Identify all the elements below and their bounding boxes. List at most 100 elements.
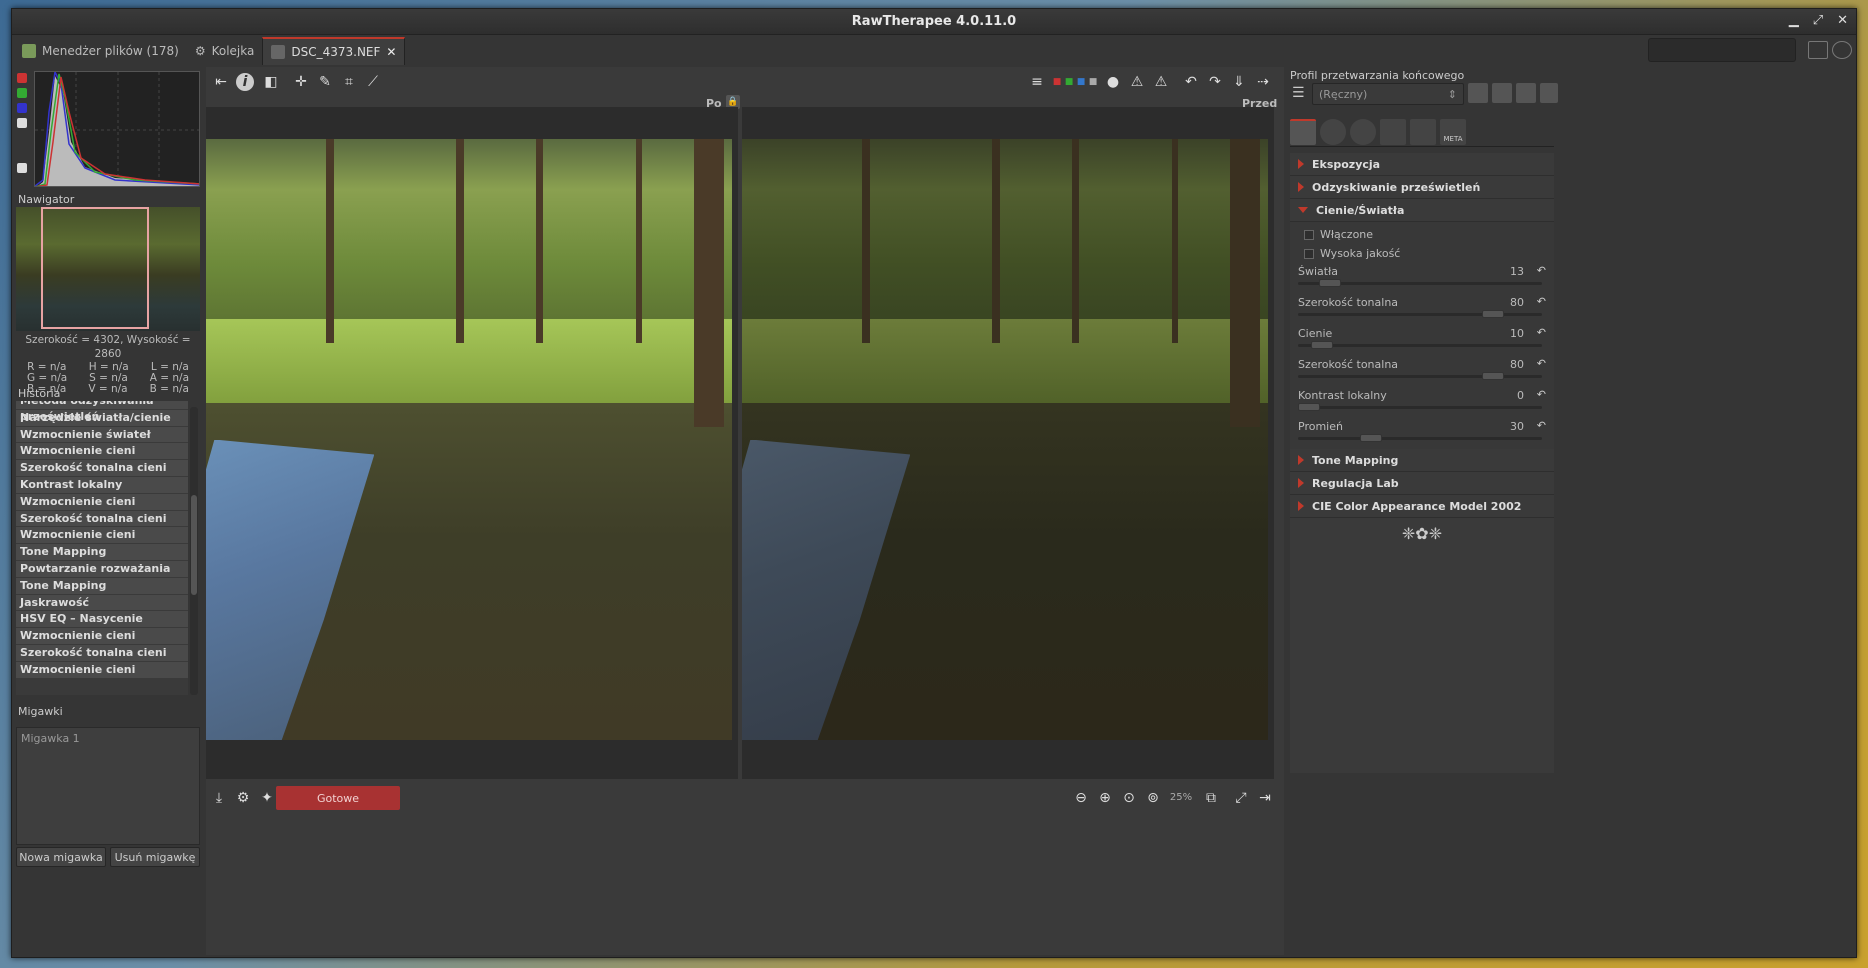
- checkbox-box[interactable]: [1304, 248, 1314, 259]
- section-highlight-recovery[interactable]: Odzyskiwanie prześwietleń: [1290, 176, 1554, 199]
- metadata-tab-icon[interactable]: META: [1440, 119, 1466, 145]
- tab-queue[interactable]: ⚙ Kolejka: [187, 37, 263, 65]
- white-balance-picker-icon[interactable]: ✎: [316, 73, 334, 91]
- reset-icon[interactable]: ↶: [1537, 295, 1546, 308]
- slider-knob[interactable]: [1482, 372, 1505, 380]
- save-icon[interactable]: ⤓: [210, 789, 228, 807]
- reset-icon[interactable]: ↶: [1537, 419, 1546, 432]
- collapse-left-icon[interactable]: ⇤: [212, 73, 230, 91]
- before-after-icon[interactable]: ◧: [262, 73, 280, 91]
- scrollbar-thumb[interactable]: [191, 495, 197, 595]
- highlight-clip-icon[interactable]: ⚠: [1152, 73, 1170, 91]
- paste-profile-icon[interactable]: [1540, 83, 1558, 103]
- tab-editor[interactable]: DSC_4373.NEF ✕: [262, 37, 406, 65]
- zoom-out-icon[interactable]: ⊖: [1072, 789, 1090, 807]
- slider-value[interactable]: 80: [1510, 358, 1524, 371]
- green-channel-icon[interactable]: ■: [1064, 73, 1074, 91]
- zoom-fit-icon[interactable]: ⊙: [1120, 789, 1138, 807]
- history-scrollbar[interactable]: [190, 407, 198, 695]
- slider-value[interactable]: 10: [1510, 327, 1524, 340]
- queue-icon[interactable]: ⚙: [234, 789, 252, 807]
- exposure-tab-icon[interactable]: [1290, 119, 1316, 145]
- slider-track[interactable]: [1298, 372, 1542, 380]
- list-item[interactable]: Migawka 1: [17, 728, 199, 749]
- after-preview-pane[interactable]: [206, 107, 738, 779]
- list-item[interactable]: Tone Mapping: [16, 544, 188, 561]
- histogram-red-toggle[interactable]: [17, 73, 27, 83]
- list-item[interactable]: Szerokość tonalna cieni: [16, 460, 188, 477]
- rotate-right-icon[interactable]: ↷: [1206, 73, 1224, 91]
- reset-icon[interactable]: ↶: [1537, 357, 1546, 370]
- slider-track[interactable]: [1298, 341, 1542, 349]
- minimize-icon[interactable]: ▁: [1789, 13, 1799, 28]
- slider-track[interactable]: [1298, 279, 1542, 287]
- histogram-luma-toggle[interactable]: [17, 118, 27, 128]
- editor-icon[interactable]: ✦: [258, 789, 276, 807]
- slider-value[interactable]: 30: [1510, 420, 1524, 433]
- reset-icon[interactable]: ↶: [1537, 388, 1546, 401]
- slider-value[interactable]: 0: [1517, 389, 1524, 402]
- slider-knob[interactable]: [1360, 434, 1383, 442]
- new-snapshot-button[interactable]: Nowa migawka: [16, 847, 106, 867]
- list-item[interactable]: Narzędzie światła/cienie: [16, 409, 188, 427]
- high-quality-checkbox[interactable]: Wysoka jakość: [1290, 244, 1554, 263]
- info-icon[interactable]: i: [236, 73, 254, 91]
- shadow-clip-icon[interactable]: ⚠: [1128, 73, 1146, 91]
- list-item[interactable]: Powtarzanie rozważania: [16, 560, 188, 578]
- list-item[interactable]: Kontrast lokalny: [16, 476, 188, 494]
- flip-vertical-icon[interactable]: ⇓: [1230, 73, 1248, 91]
- panel-toggle-icon[interactable]: [1808, 41, 1828, 59]
- reset-icon[interactable]: ↶: [1537, 264, 1546, 277]
- rotate-left-icon[interactable]: ↶: [1182, 73, 1200, 91]
- color-tab-icon[interactable]: [1350, 119, 1376, 145]
- slider[interactable]: Światła 13 ↶: [1290, 263, 1554, 294]
- histogram-raw-toggle[interactable]: [17, 163, 27, 173]
- slider-value[interactable]: 80: [1510, 296, 1524, 309]
- fullscreen-icon[interactable]: ⤢: [1232, 789, 1250, 807]
- before-preview-pane[interactable]: [742, 107, 1274, 779]
- close-icon[interactable]: ✕: [1837, 13, 1848, 28]
- slider-knob[interactable]: [1482, 310, 1505, 318]
- list-item[interactable]: Wzmocnienie cieni: [16, 527, 188, 545]
- section-ciecam02[interactable]: CIE Color Appearance Model 2002: [1290, 495, 1554, 518]
- detail-tab-icon[interactable]: [1320, 119, 1346, 145]
- snapshots-list[interactable]: Migawka 1: [16, 727, 200, 845]
- hand-tool-icon[interactable]: ✛: [292, 73, 310, 91]
- slider[interactable]: Promień 30 ↶: [1290, 418, 1554, 449]
- list-item[interactable]: Wzmocnienie cieni: [16, 443, 188, 461]
- slider-track[interactable]: [1298, 434, 1542, 442]
- enabled-checkbox[interactable]: Włączone: [1290, 225, 1554, 244]
- list-item[interactable]: HSV EQ – Nasycenie: [16, 611, 188, 629]
- tab-file-browser[interactable]: Menedżer plików (178): [14, 37, 187, 65]
- navigator-preview[interactable]: [16, 207, 200, 331]
- list-icon[interactable]: ☰: [1292, 85, 1305, 101]
- list-item[interactable]: Szerokość tonalna cieni: [16, 510, 188, 528]
- transform-tab-icon[interactable]: [1380, 119, 1406, 145]
- save-profile-icon[interactable]: [1492, 83, 1512, 103]
- raw-tab-icon[interactable]: [1410, 119, 1436, 145]
- slider[interactable]: Szerokość tonalna 80 ↶: [1290, 294, 1554, 325]
- top-search-field[interactable]: [1648, 38, 1796, 62]
- history-list[interactable]: Metoda odzyskiwania prześwietleń Narzędz…: [16, 401, 188, 695]
- slider-knob[interactable]: [1318, 279, 1341, 287]
- navigator-viewport-rect[interactable]: [41, 207, 149, 329]
- slider[interactable]: Kontrast lokalny 0 ↶: [1290, 387, 1554, 418]
- red-channel-icon[interactable]: ■: [1052, 73, 1062, 91]
- list-item[interactable]: Wzmocnienie cieni: [16, 493, 188, 511]
- luma-channel-icon[interactable]: ■: [1088, 73, 1098, 91]
- crop-icon[interactable]: ⌗: [340, 73, 358, 91]
- preferences-icon[interactable]: [1832, 41, 1852, 59]
- list-item[interactable]: Jaskrawość: [16, 594, 188, 612]
- slider-knob[interactable]: [1298, 403, 1320, 411]
- slider[interactable]: Szerokość tonalna 80 ↶: [1290, 356, 1554, 387]
- flip-horizontal-icon[interactable]: ⇢: [1254, 73, 1272, 91]
- new-detail-window-icon[interactable]: ⧉: [1202, 789, 1220, 807]
- checkbox-box[interactable]: [1304, 229, 1314, 240]
- copy-profile-icon[interactable]: [1516, 83, 1536, 103]
- list-item[interactable]: Wzmocnienie cieni: [16, 628, 188, 645]
- list-item[interactable]: Tone Mapping: [16, 577, 188, 595]
- straighten-icon[interactable]: ⟋: [364, 73, 382, 91]
- histogram-blue-toggle[interactable]: [17, 103, 27, 113]
- section-exposure[interactable]: Ekspozycja: [1290, 153, 1554, 176]
- list-item[interactable]: Wzmocnienie cieni: [16, 661, 188, 679]
